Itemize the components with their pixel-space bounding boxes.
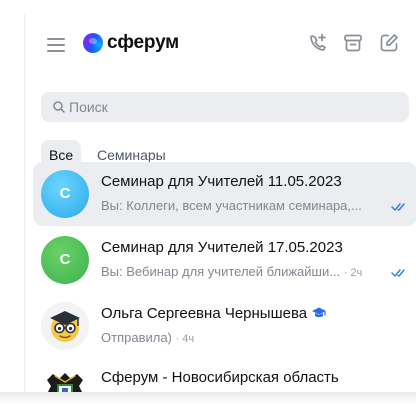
search-input[interactable] [69,92,389,122]
avatar: С [41,170,89,218]
chat-time: · 2ч [343,267,363,279]
window-bottom-edge [0,392,416,404]
sferum-logo-icon [83,33,103,53]
chat-message: Вебинар для учителей ближайши... [126,264,341,279]
chat-item-seminar-17-05[interactable]: С Семинар для Учителей 17.05.2023 Вы: Ве… [33,228,416,292]
chat-item-sferum-novosibirsk[interactable]: Сферум - Новосибирская область [33,358,416,396]
chat-title: Сферум - Новосибирская область [101,369,339,386]
archive-icon[interactable] [342,32,364,54]
search-icon [53,101,65,113]
chat-sender: Вы: [101,264,123,279]
chat-message: Отправила) [101,330,172,345]
avatar-letter: С [59,185,71,202]
chat-preview: Вы: Вебинар для учителей ближайши... · 2… [101,264,362,279]
chat-title: Семинар для Учителей 11.05.2023 [101,173,342,190]
phone-plus-icon[interactable] [307,32,329,54]
header: сферум [25,14,416,74]
chat-sender: Вы: [101,198,123,213]
chat-preview: Вы: Коллеги, всем участникам семинара,..… [101,198,362,213]
chat-time: · 4ч [175,333,195,345]
graduation-cap-icon [312,307,327,318]
chat-message: Коллеги, всем участникам семинара,... [126,198,362,213]
chat-title: Ольга Сергеевна Чернышева [101,305,308,322]
double-check-icon [391,269,405,277]
search-field[interactable] [41,92,409,122]
hamburger-menu-icon[interactable] [47,38,65,52]
avatar [41,302,89,350]
chat-sidebar: сферум Все Семинары [24,14,416,396]
chat-title: Семинар для Учителей 17.05.2023 [101,239,343,256]
chat-item-seminar-11-05[interactable]: С Семинар для Учителей 11.05.2023 Вы: Ко… [33,162,416,226]
compose-icon[interactable] [378,32,400,54]
chat-item-olga[interactable]: Ольга Сергеевна Чернышева Отправила) · 4… [33,294,416,358]
avatar-letter: С [59,251,71,268]
chat-preview: Отправила) · 4ч [101,330,194,345]
teacher-emoji-icon [50,311,80,342]
avatar: С [41,236,89,284]
double-check-icon [391,203,405,211]
logo-text: сферум [107,32,180,53]
chat-title-wrap: Ольга Сергеевна Чернышева [101,305,327,322]
